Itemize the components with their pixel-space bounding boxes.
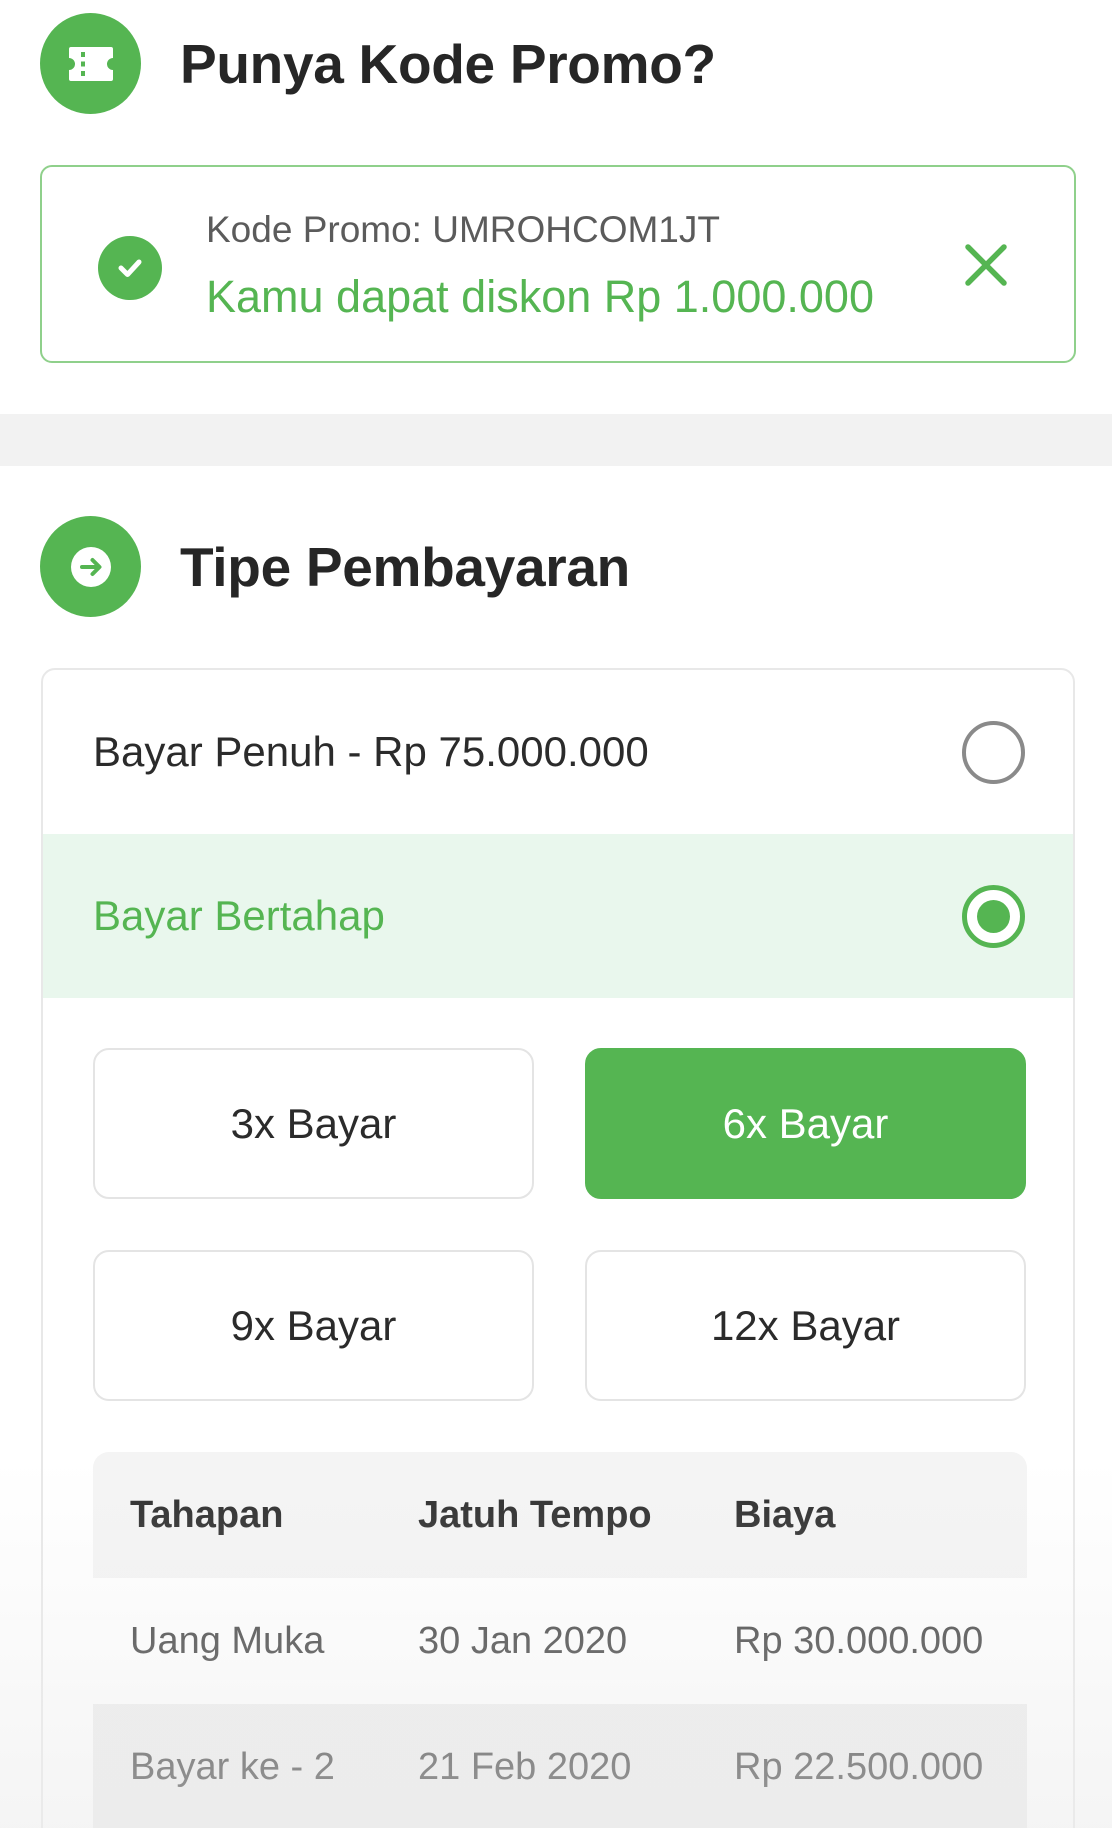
plan-9x-button[interactable]: 9x Bayar [93,1250,534,1401]
promo-discount-text: Kamu dapat diskon Rp 1.000.000 [206,271,874,322]
installment-schedule-table: Tahapan Jatuh Tempo Biaya Uang Muka 30 J… [93,1452,1027,1828]
payment-title: Tipe Pembayaran [180,535,630,598]
promo-code-text: Kode Promo: UMROHCOM1JT [206,209,720,250]
radio-full-payment[interactable] [962,721,1025,784]
cell-stage: Bayar ke - 2 [130,1745,335,1788]
plan-6x-button[interactable]: 6x Bayar [585,1048,1026,1199]
option-installment[interactable]: Bayar Bertahap [43,834,1073,998]
ticket-icon [40,13,141,114]
table-header-row: Tahapan Jatuh Tempo Biaya [93,1452,1027,1578]
plan-3x-button[interactable]: 3x Bayar [93,1048,534,1199]
header-stage: Tahapan [130,1493,284,1536]
header-cost: Biaya [734,1493,836,1536]
cell-cost: Rp 22.500.000 [734,1745,984,1788]
cell-cost: Rp 30.000.000 [734,1619,984,1662]
cell-due-date: 30 Jan 2020 [418,1619,628,1662]
option-full-payment[interactable]: Bayar Penuh - Rp 75.000.000 [43,670,1073,834]
option-full-label: Bayar Penuh - Rp 75.000.000 [93,728,649,775]
table-row: Uang Muka 30 Jan 2020 Rp 30.000.000 [93,1578,1027,1704]
radio-installment[interactable] [962,885,1025,948]
arrow-right-circle-icon [40,516,141,617]
check-circle-icon [98,236,162,300]
promo-title: Punya Kode Promo? [180,32,716,95]
checkout-page: Punya Kode Promo? Kode Promo: UMROHCOM1J… [0,0,1112,1828]
payment-section-header: Tipe Pembayaran [40,516,630,617]
plan-12x-button[interactable]: 12x Bayar [585,1250,1026,1401]
cell-due-date: 21 Feb 2020 [418,1745,632,1788]
payment-type-card: Bayar Penuh - Rp 75.000.000 Bayar Bertah… [41,668,1075,1828]
header-due-date: Jatuh Tempo [418,1493,652,1536]
option-installment-label: Bayar Bertahap [93,892,385,939]
table-row: Bayar ke - 2 21 Feb 2020 Rp 22.500.000 [93,1704,1027,1828]
section-divider [0,414,1112,466]
cell-stage: Uang Muka [130,1619,325,1662]
close-icon[interactable] [960,239,1012,291]
promo-applied-box: Kode Promo: UMROHCOM1JT Kamu dapat disko… [40,165,1076,363]
promo-section-header: Punya Kode Promo? [40,13,716,114]
